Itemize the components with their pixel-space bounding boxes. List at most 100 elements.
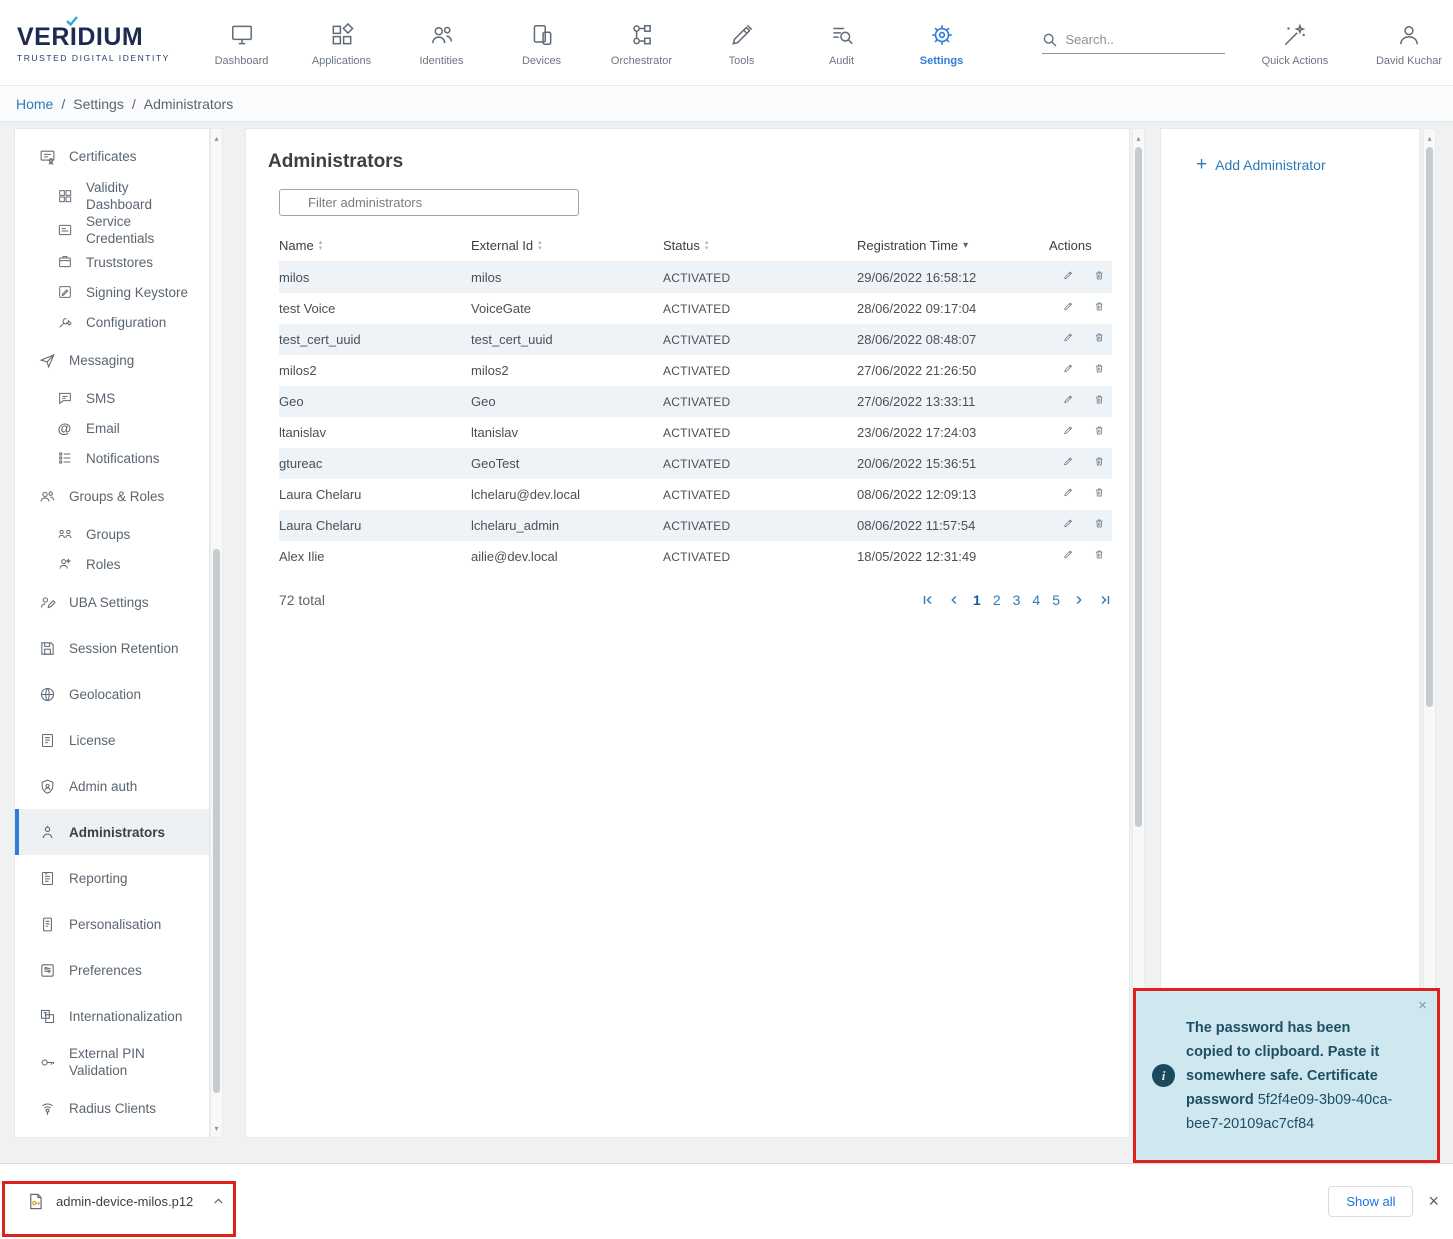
column-header-status[interactable]: Status ▴▾ <box>663 238 857 253</box>
nav-tools[interactable]: Tools <box>692 18 792 67</box>
sidebar-item-messaging[interactable]: Messaging <box>15 337 209 383</box>
search-input[interactable] <box>1066 32 1216 47</box>
nav-devices[interactable]: Devices <box>492 18 592 67</box>
sidebar-item-configuration[interactable]: Configuration <box>15 307 209 337</box>
sidebar-item-roles[interactable]: Roles <box>15 549 209 579</box>
sidebar-item-signing-keystore[interactable]: Signing Keystore <box>15 277 209 307</box>
nav-applications[interactable]: Applications <box>292 18 392 67</box>
breadcrumb-settings[interactable]: Settings <box>73 96 124 112</box>
page-1-button[interactable]: 1 <box>973 592 981 608</box>
delete-trash-icon[interactable] <box>1094 270 1105 286</box>
sidebar-item-notifications[interactable]: Notifications <box>15 443 209 473</box>
add-administrator-button[interactable]: + Add Administrator <box>1161 129 1419 173</box>
table-row[interactable]: Alex Ilie ailie@dev.local ACTIVATED 18/0… <box>279 541 1112 572</box>
show-all-button[interactable]: Show all <box>1328 1186 1413 1217</box>
scrollbar-thumb[interactable] <box>213 549 220 1093</box>
sidebar-item-radius-clients[interactable]: Radius Clients <box>15 1085 209 1131</box>
scroll-up-arrow-icon[interactable]: ▴ <box>1133 131 1144 145</box>
table-row[interactable]: Laura Chelaru lchelaru_admin ACTIVATED 0… <box>279 510 1112 541</box>
edit-pencil-icon[interactable] <box>1063 425 1074 441</box>
sidebar-item-service-credentials[interactable]: Service Credentials <box>15 213 209 247</box>
sidebar-item-groups[interactable]: Groups <box>15 519 209 549</box>
scroll-up-arrow-icon[interactable]: ▴ <box>1424 131 1435 145</box>
sidebar-item-truststores[interactable]: Truststores <box>15 247 209 277</box>
nav-identities[interactable]: Identities <box>392 18 492 67</box>
download-item[interactable]: admin-device-milos.p12 <box>26 1192 225 1211</box>
right-panel-scrollbar[interactable]: ▴ ▾ <box>1423 128 1436 1138</box>
edit-pencil-icon[interactable] <box>1063 394 1074 410</box>
sidebar-item-external-pin-validation[interactable]: External PIN Validation <box>15 1039 209 1085</box>
scrollbar-thumb[interactable] <box>1426 147 1433 707</box>
page-3-button[interactable]: 3 <box>1013 592 1021 608</box>
delete-trash-icon[interactable] <box>1094 332 1105 348</box>
orchestrator-icon <box>629 22 655 48</box>
table-row[interactable]: Laura Chelaru lchelaru@dev.local ACTIVAT… <box>279 479 1112 510</box>
column-header-external-id[interactable]: External Id ▴▾ <box>471 238 663 253</box>
column-header-registration-time[interactable]: Registration Time ▾ <box>857 238 1049 253</box>
scroll-up-arrow-icon[interactable]: ▴ <box>211 131 222 145</box>
delete-trash-icon[interactable] <box>1094 363 1105 379</box>
toast-close-icon[interactable]: × <box>1418 997 1427 1014</box>
nav-settings[interactable]: Settings <box>892 18 992 67</box>
downloads-bar-close-icon[interactable]: × <box>1428 1191 1439 1212</box>
delete-trash-icon[interactable] <box>1094 487 1105 503</box>
edit-pencil-icon[interactable] <box>1063 518 1074 534</box>
sidebar-item-certificates[interactable]: Certificates <box>15 133 209 179</box>
edit-pencil-icon[interactable] <box>1063 270 1074 286</box>
sidebar-item-validity-dashboard[interactable]: Validity Dashboard <box>15 179 209 213</box>
delete-trash-icon[interactable] <box>1094 301 1105 317</box>
sidebar-item-reporting[interactable]: Reporting <box>15 855 209 901</box>
column-header-name[interactable]: Name ▴▾ <box>279 238 471 253</box>
delete-trash-icon[interactable] <box>1094 549 1105 565</box>
edit-pencil-icon[interactable] <box>1063 332 1074 348</box>
quick-actions-button[interactable]: Quick Actions <box>1251 18 1339 67</box>
page-5-button[interactable]: 5 <box>1052 592 1060 608</box>
delete-trash-icon[interactable] <box>1094 394 1105 410</box>
sidebar-scrollbar[interactable]: ▴ ▾ <box>210 128 223 1138</box>
table-row[interactable]: ltanislav ltanislav ACTIVATED 23/06/2022… <box>279 417 1112 448</box>
scroll-down-arrow-icon[interactable]: ▾ <box>211 1121 222 1135</box>
main-scrollbar[interactable]: ▴ ▾ <box>1132 128 1145 1138</box>
sidebar-item-sms[interactable]: SMS <box>15 383 209 413</box>
breadcrumb-home-link[interactable]: Home <box>16 96 53 112</box>
table-row[interactable]: test_cert_uuid test_cert_uuid ACTIVATED … <box>279 324 1112 355</box>
table-row[interactable]: milos milos ACTIVATED 29/06/2022 16:58:1… <box>279 262 1112 293</box>
nav-orchestrator[interactable]: Orchestrator <box>592 18 692 67</box>
edit-pencil-icon[interactable] <box>1063 301 1074 317</box>
sidebar-item-administrators[interactable]: Administrators <box>15 809 209 855</box>
delete-trash-icon[interactable] <box>1094 456 1105 472</box>
sidebar-item-preferences[interactable]: Preferences <box>15 947 209 993</box>
sidebar-item-email[interactable]: @ Email <box>15 413 209 443</box>
delete-trash-icon[interactable] <box>1094 425 1105 441</box>
first-page-button[interactable] <box>921 593 935 607</box>
page-4-button[interactable]: 4 <box>1032 592 1040 608</box>
sidebar-item-admin-auth[interactable]: Admin auth <box>15 763 209 809</box>
sidebar-item-license[interactable]: License <box>15 717 209 763</box>
user-menu[interactable]: David Kuchar <box>1365 18 1453 67</box>
nav-dashboard[interactable]: Dashboard <box>192 18 292 67</box>
table-row[interactable]: test Voice VoiceGate ACTIVATED 28/06/202… <box>279 293 1112 324</box>
sidebar-item-uba-settings[interactable]: UBA Settings <box>15 579 209 625</box>
edit-pencil-icon[interactable] <box>1063 549 1074 565</box>
sidebar-item-personalisation[interactable]: Personalisation <box>15 901 209 947</box>
previous-page-button[interactable] <box>947 593 961 607</box>
table-row[interactable]: gtureac GeoTest ACTIVATED 20/06/2022 15:… <box>279 448 1112 479</box>
chevron-up-icon[interactable] <box>212 1195 225 1208</box>
page-2-button[interactable]: 2 <box>993 592 1001 608</box>
delete-trash-icon[interactable] <box>1094 518 1105 534</box>
sidebar-item-groups-roles[interactable]: Groups & Roles <box>15 473 209 519</box>
scrollbar-thumb[interactable] <box>1135 147 1142 827</box>
nav-audit[interactable]: Audit <box>792 18 892 67</box>
sidebar-item-internationalization[interactable]: Internationalization <box>15 993 209 1039</box>
edit-pencil-icon[interactable] <box>1063 363 1074 379</box>
filter-administrators-input[interactable] <box>279 189 579 216</box>
sidebar-item-geolocation[interactable]: Geolocation <box>15 671 209 717</box>
table-row[interactable]: Geo Geo ACTIVATED 27/06/2022 13:33:11 <box>279 386 1112 417</box>
next-page-button[interactable] <box>1072 593 1086 607</box>
veridium-logo[interactable]: VERIDIUM TRUSTED DIGITAL IDENTITY <box>0 23 178 63</box>
edit-pencil-icon[interactable] <box>1063 487 1074 503</box>
edit-pencil-icon[interactable] <box>1063 456 1074 472</box>
table-row[interactable]: milos2 milos2 ACTIVATED 27/06/2022 21:26… <box>279 355 1112 386</box>
sidebar-item-session-retention[interactable]: Session Retention <box>15 625 209 671</box>
last-page-button[interactable] <box>1098 593 1112 607</box>
